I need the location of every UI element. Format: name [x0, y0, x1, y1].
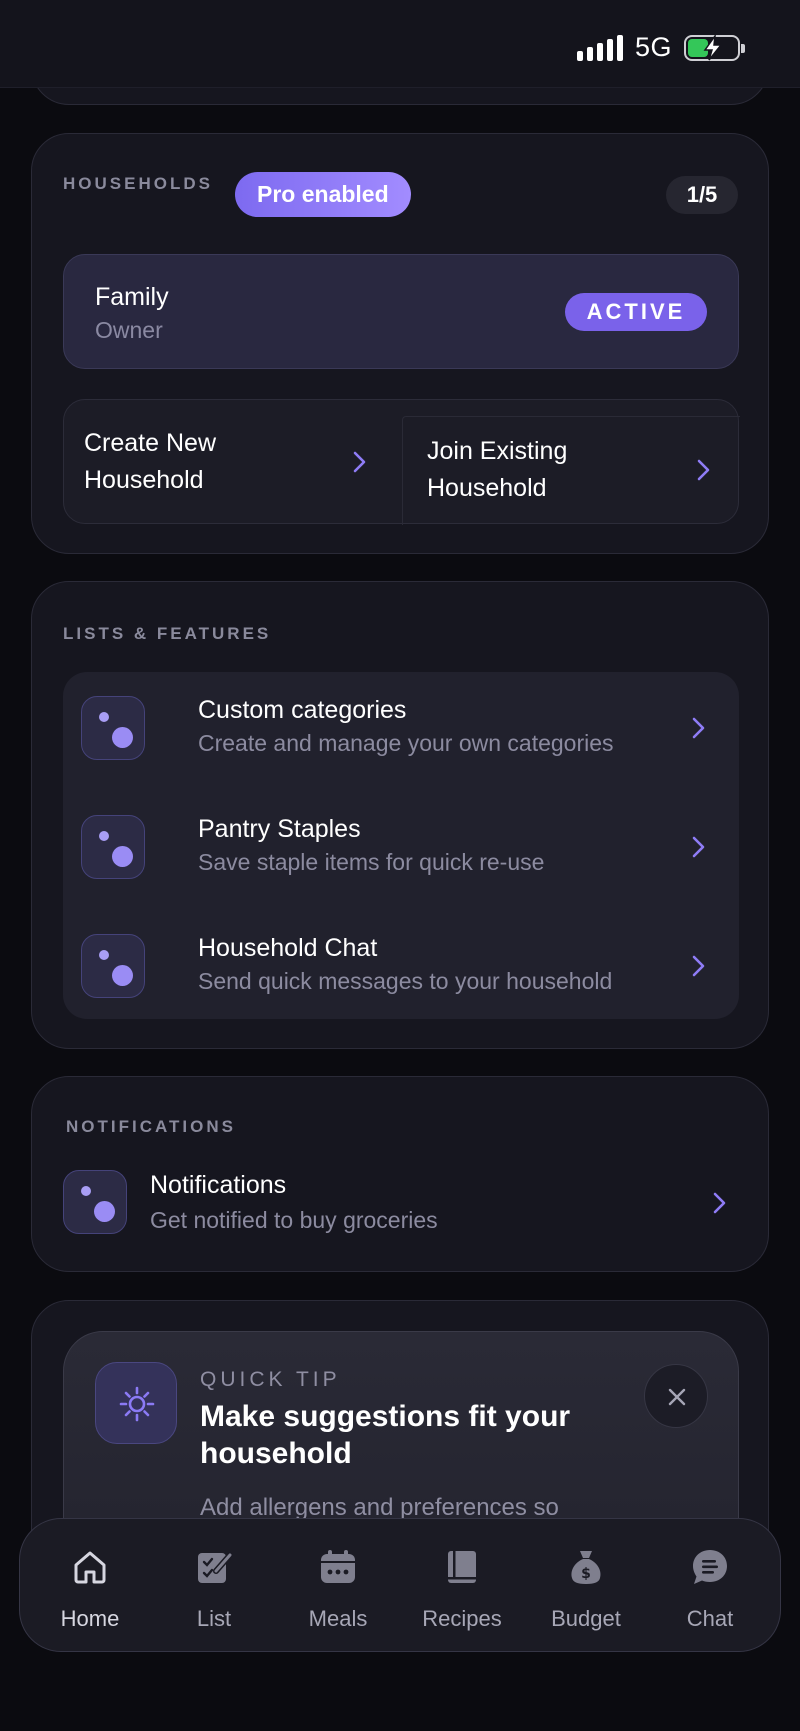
household-name: Family [95, 283, 169, 311]
notifications-section-label: NOTIFICATIONS [66, 1117, 236, 1136]
meals-icon [321, 1550, 355, 1583]
status-bar: 5G [0, 0, 800, 88]
create-household-button[interactable]: Create New Household [64, 400, 402, 525]
feature-item-custom-categories[interactable]: Custom categories Create and manage your… [63, 674, 739, 784]
sparkle-icon [95, 1362, 177, 1444]
feature-title: Household Chat [198, 934, 378, 962]
bottom-navigation: Home List Meals Recipes $ Budget Chat [19, 1518, 781, 1652]
dots-icon [81, 934, 145, 998]
nav-label: List [196, 1606, 232, 1631]
nav-label: Chat [686, 1606, 734, 1631]
notifications-subtitle: Get notified to buy groceries [150, 1207, 438, 1233]
feature-title: Custom categories [198, 696, 407, 724]
nav-meals[interactable]: Meals [276, 1519, 400, 1653]
svg-text:$: $ [581, 1566, 591, 1582]
join-household-button[interactable]: Join Existing Household [402, 416, 740, 525]
nav-label: Meals [308, 1606, 368, 1631]
feature-subtitle: Send quick messages to your household [198, 968, 613, 994]
notifications-card: NOTIFICATIONS Notifications Get notified… [31, 1076, 769, 1272]
nav-home[interactable]: Home [28, 1519, 152, 1653]
chevron-right-icon [692, 955, 705, 977]
status-indicators: 5G [576, 32, 745, 63]
features-section-label: LISTS & FEATURES [63, 624, 272, 643]
nav-recipes[interactable]: Recipes [400, 1519, 524, 1653]
dots-icon [81, 696, 145, 760]
chevron-right-icon [692, 836, 705, 858]
feature-item-pantry-staples[interactable]: Pantry Staples Save staple items for qui… [63, 793, 739, 903]
nav-label: Home [60, 1606, 120, 1631]
households-section-label: HOUSEHOLDS [63, 174, 213, 193]
dots-icon [81, 815, 145, 879]
close-icon [668, 1388, 686, 1406]
chevron-right-icon [353, 451, 366, 473]
chevron-right-icon [697, 459, 710, 481]
nav-label: Recipes [422, 1606, 502, 1631]
dots-icon [63, 1170, 127, 1234]
notifications-item[interactable]: Notifications Get notified to buy grocer… [32, 1157, 770, 1257]
chevron-right-icon [713, 1192, 726, 1214]
nav-budget[interactable]: $ Budget [524, 1519, 648, 1653]
nav-chat[interactable]: Chat [648, 1519, 772, 1653]
chat-icon [693, 1550, 727, 1584]
close-tip-button[interactable] [644, 1364, 708, 1428]
join-household-label: Join Existing Household [427, 437, 568, 502]
notifications-title: Notifications [150, 1171, 287, 1199]
feature-subtitle: Save staple items for quick re-use [198, 849, 545, 875]
nav-list[interactable]: List [152, 1519, 276, 1653]
feature-item-household-chat[interactable]: Household Chat Send quick messages to yo… [63, 912, 739, 1022]
households-card: HOUSEHOLDS Pro enabled 1/5 Family Owner … [31, 133, 769, 554]
active-status-badge: ACTIVE [565, 293, 707, 331]
household-count-badge: 1/5 [666, 176, 738, 214]
feature-title: Pantry Staples [198, 815, 361, 843]
signal-icon [576, 34, 623, 61]
create-household-label: Create New Household [84, 429, 216, 494]
list-icon [198, 1552, 233, 1583]
nav-label: Budget [551, 1606, 621, 1631]
feature-subtitle: Create and manage your own categories [198, 730, 614, 756]
quick-tip-title: Make suggestions fit your household [200, 1400, 571, 1470]
budget-icon: $ [571, 1551, 601, 1584]
network-label: 5G [634, 32, 672, 62]
recipes-icon [448, 1551, 476, 1583]
household-role: Owner [95, 317, 163, 343]
quick-tip-label: QUICK TIP [200, 1368, 341, 1391]
features-list: Custom categories Create and manage your… [63, 672, 739, 1019]
pro-enabled-badge: Pro enabled [235, 172, 411, 217]
battery-icon [684, 33, 745, 61]
household-item-family[interactable]: Family Owner ACTIVE [63, 254, 739, 369]
features-card: LISTS & FEATURES Custom categories Creat… [31, 581, 769, 1049]
chevron-right-icon [692, 717, 705, 739]
home-icon [74, 1551, 106, 1584]
household-actions: Create New Household Join Existing House… [63, 399, 740, 525]
